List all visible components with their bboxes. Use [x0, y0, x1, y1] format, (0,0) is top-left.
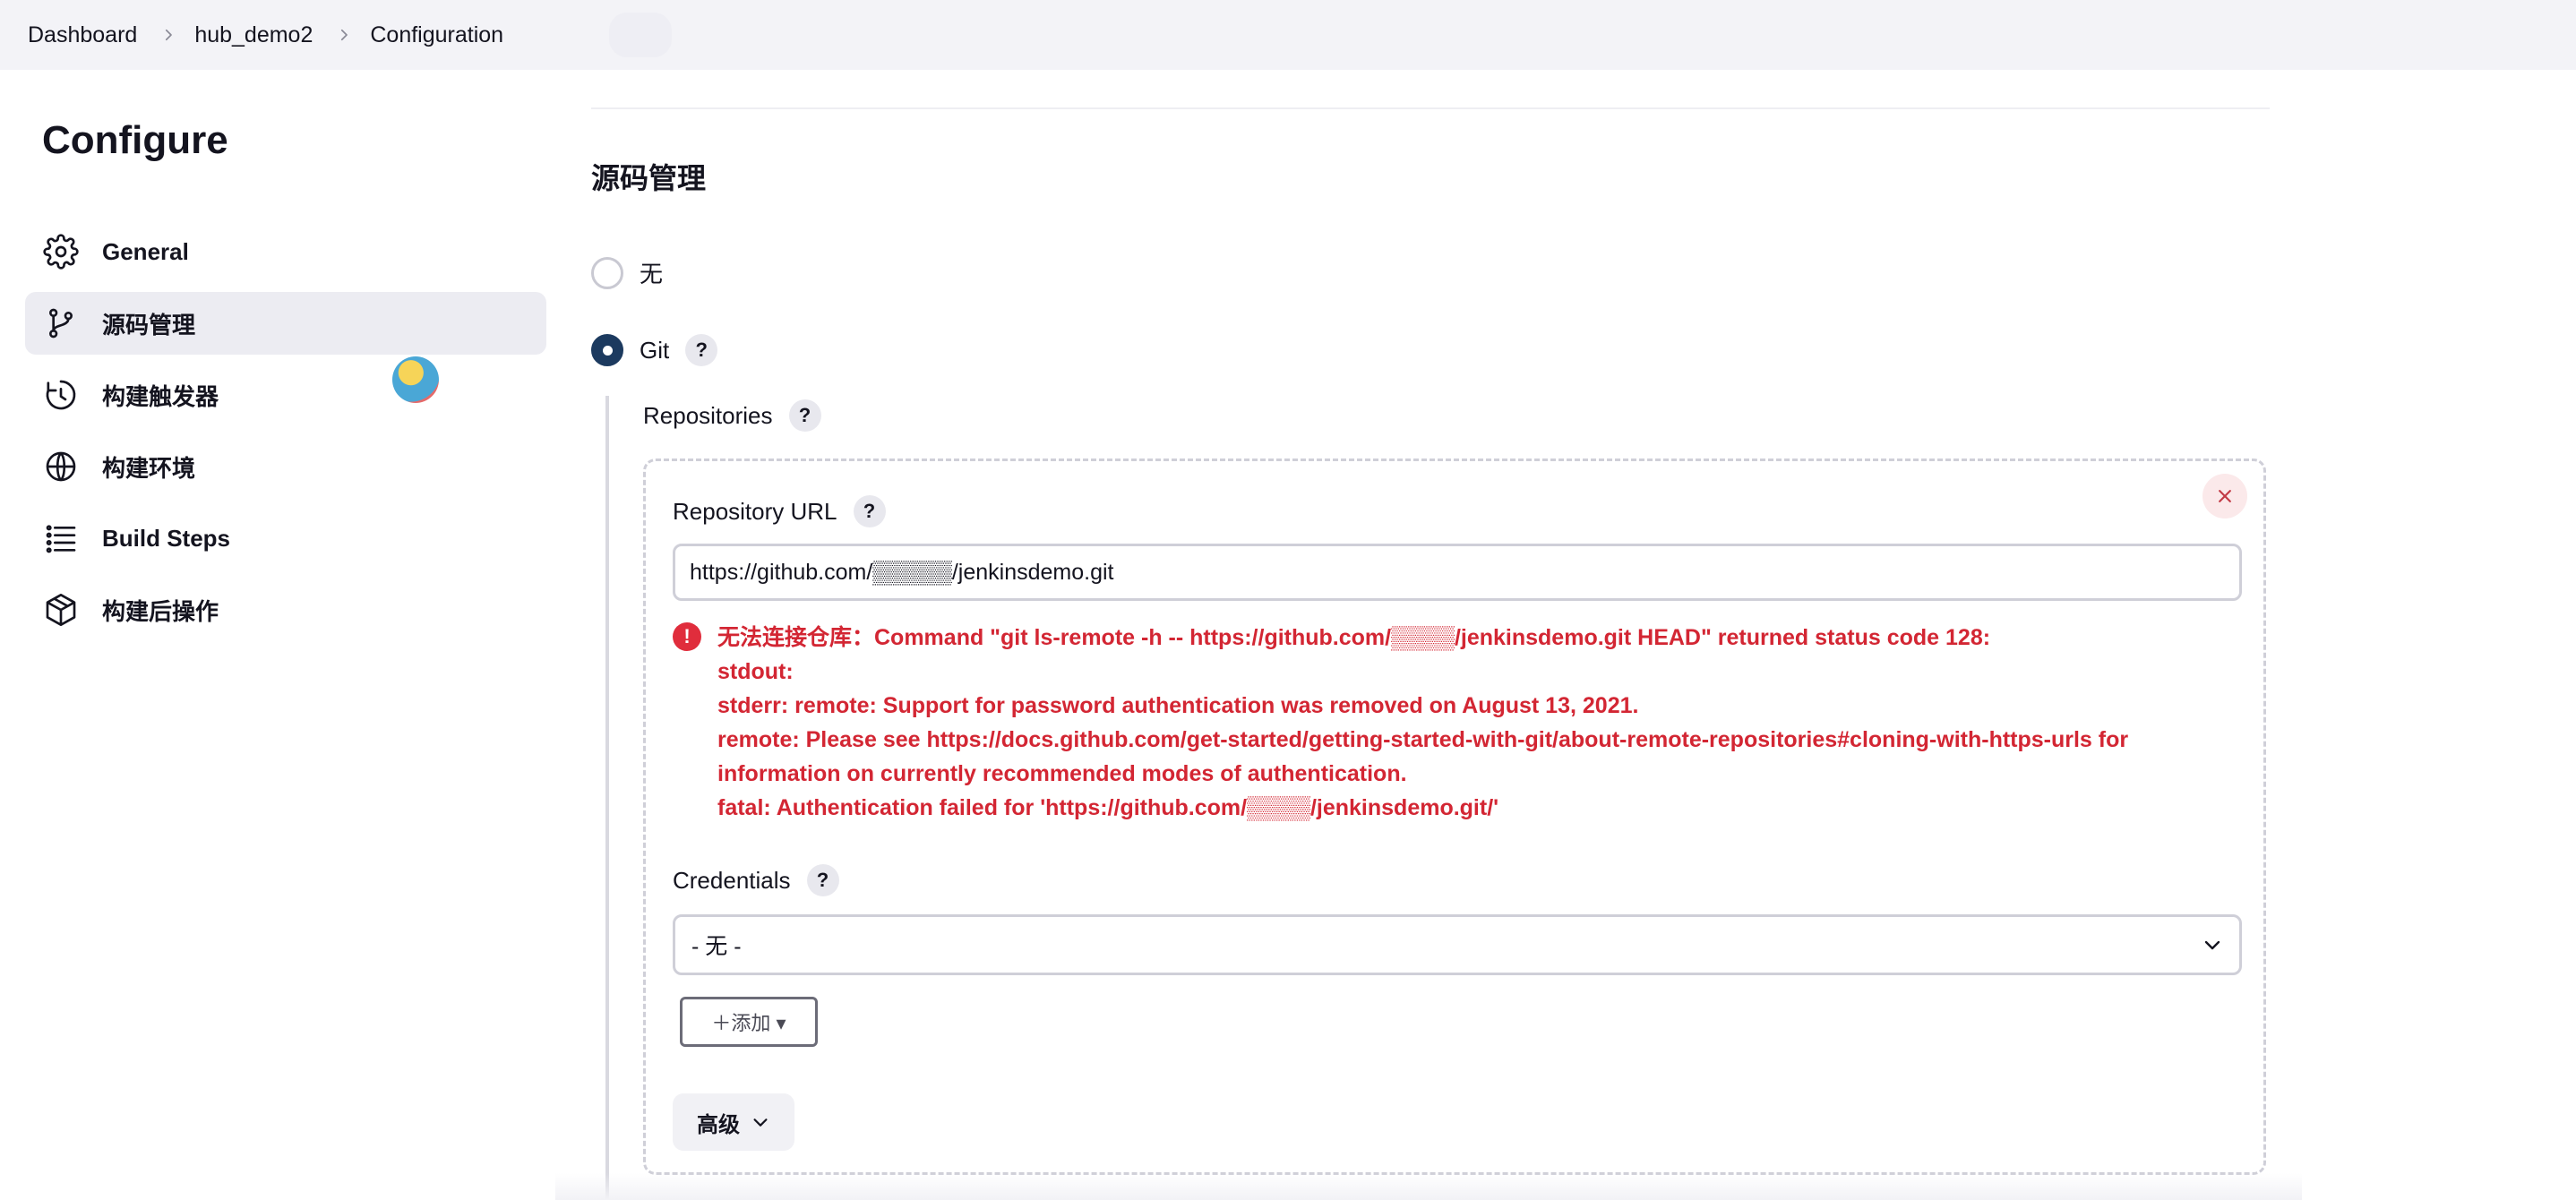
breadcrumb: Dashboard hub_demo2 Configuration — [28, 22, 503, 48]
page-title: Configure — [42, 118, 228, 162]
repository-card: Repository URL ? ! 无法连接仓库：Command "git l… — [643, 459, 2266, 1175]
radio-option-git[interactable]: Git ? — [591, 334, 718, 366]
repository-url-label: Repository URL — [673, 497, 837, 525]
add-credentials-button[interactable]: ＋添加 ▾ — [680, 997, 818, 1047]
gear-icon — [43, 234, 79, 270]
sidebar-item-label: 构建环境 — [102, 454, 196, 482]
help-icon[interactable]: ? — [853, 495, 886, 527]
sidebar-item-post-build[interactable]: 构建后操作 — [25, 579, 546, 641]
sidebar-item-label: 源码管理 — [102, 311, 196, 339]
close-icon — [2219, 490, 2231, 502]
chevron-right-icon — [160, 27, 176, 43]
chevron-down-icon — [753, 1119, 768, 1127]
sidebar-item-general[interactable]: General — [25, 220, 546, 283]
bottom-fade — [555, 1173, 2302, 1200]
remove-repository-button[interactable] — [2202, 474, 2247, 519]
section-title: 源码管理 — [591, 162, 707, 194]
credentials-selected-value: - 无 - — [691, 934, 742, 959]
credentials-label: Credentials — [673, 866, 791, 894]
divider — [591, 107, 2270, 109]
help-icon[interactable]: ? — [806, 864, 839, 896]
radio-git[interactable] — [591, 334, 623, 366]
help-icon[interactable]: ? — [685, 334, 718, 366]
credentials-heading: Credentials ? — [673, 864, 839, 896]
breadcrumb-dashboard[interactable]: Dashboard — [28, 22, 137, 48]
sidebar-nav: General 源码管理 构建触发器 构建环境 Build Steps 构建后操… — [25, 220, 546, 650]
sidebar-item-label: 构建触发器 — [102, 382, 219, 410]
error-icon: ! — [673, 622, 701, 651]
error-message: 无法连接仓库：Command "git ls-remote -h -- http… — [717, 621, 2231, 825]
sidebar-item-label: General — [102, 237, 189, 265]
breadcrumb-hub-demo2[interactable]: hub_demo2 — [194, 22, 313, 48]
advanced-label: 高级 — [697, 1112, 740, 1137]
globe-icon — [43, 449, 79, 484]
sidebar-item-build-steps[interactable]: Build Steps — [25, 507, 546, 570]
radio-label-none: 无 — [640, 261, 664, 287]
breadcrumb-bar: Dashboard hub_demo2 Configuration — [0, 0, 2576, 70]
sidebar-item-scm[interactable]: 源码管理 — [25, 292, 546, 355]
git-branch-icon — [43, 305, 79, 341]
radio-option-none[interactable]: 无 — [591, 256, 663, 289]
breadcrumb-configuration[interactable]: Configuration — [370, 22, 503, 48]
repository-url-heading: Repository URL ? — [673, 495, 886, 527]
repositories-label: Repositories — [643, 401, 773, 429]
sidebar-item-label: 构建后操作 — [102, 597, 219, 625]
error-line: fatal: Authentication failed for 'https:… — [717, 795, 1499, 820]
error-line: 无法连接仓库：Command "git ls-remote -h -- http… — [717, 625, 1991, 650]
error-line: stderr: remote: Support for password aut… — [717, 693, 1639, 718]
sidebar-item-build-triggers[interactable]: 构建触发器 — [25, 364, 546, 426]
error-line: remote: Please see https://docs.github.c… — [717, 727, 2135, 786]
error-line: stdout: — [717, 659, 794, 684]
nested-section-bar — [605, 396, 609, 1200]
faint-tab-decoration — [609, 13, 672, 57]
radio-label-git: Git — [640, 336, 670, 364]
sidebar-item-build-environment[interactable]: 构建环境 — [25, 435, 546, 498]
repository-url-input[interactable] — [673, 544, 2242, 601]
clock-icon — [43, 377, 79, 413]
repositories-heading: Repositories ? — [643, 399, 821, 432]
help-icon[interactable]: ? — [788, 399, 821, 432]
chevron-right-icon — [336, 27, 352, 43]
floating-avatar[interactable] — [392, 356, 439, 403]
credentials-select[interactable]: - 无 - — [673, 914, 2242, 975]
radio-none[interactable] — [591, 256, 623, 289]
package-icon — [43, 592, 79, 628]
connection-error: ! 无法连接仓库：Command "git ls-remote -h -- ht… — [673, 621, 2231, 825]
advanced-button[interactable]: 高级 — [673, 1093, 794, 1151]
list-icon — [43, 520, 79, 556]
sidebar-item-label: Build Steps — [102, 524, 231, 552]
chevron-down-icon — [2204, 940, 2220, 950]
